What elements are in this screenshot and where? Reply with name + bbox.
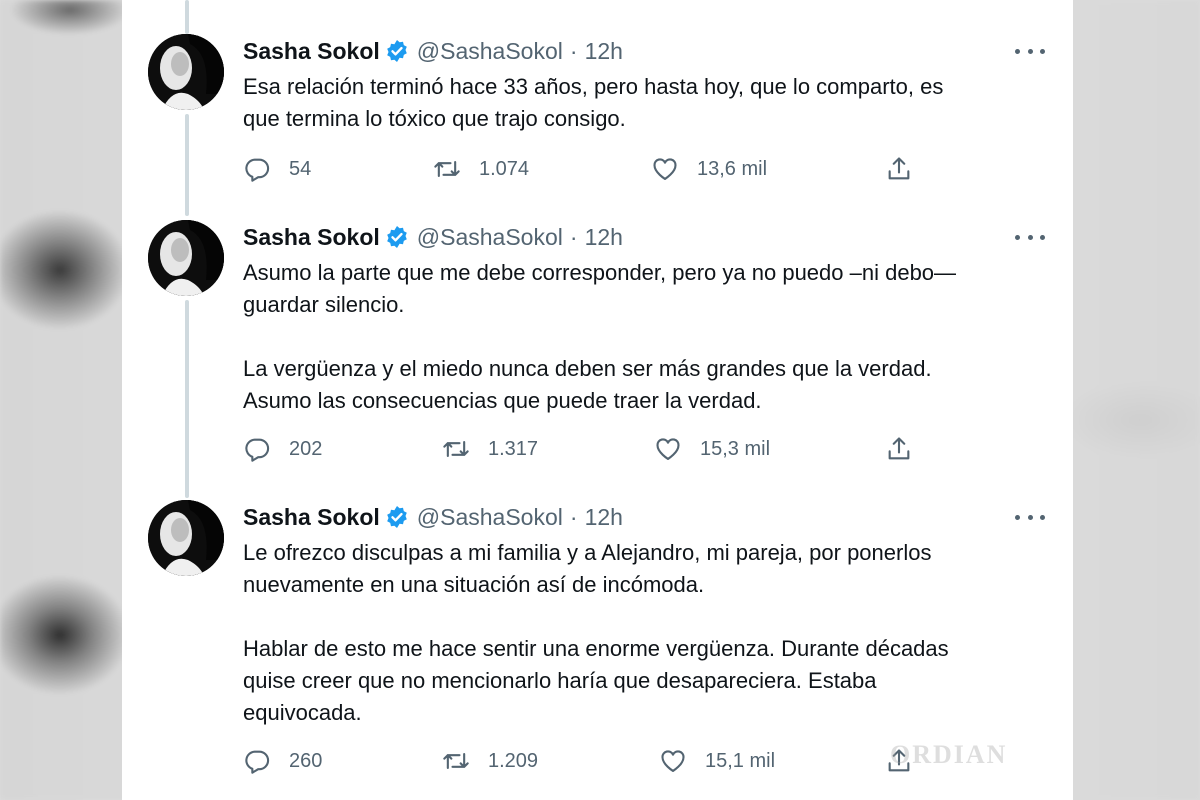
reply-icon xyxy=(245,438,270,462)
tweet-actions: 202 1.317 15,3 mil xyxy=(243,434,923,464)
like-button[interactable]: 15,3 mil xyxy=(654,434,770,464)
tweet-actions: 54 1.074 13,6 mil xyxy=(243,154,923,184)
author-name[interactable]: Sasha Sokol xyxy=(243,224,380,251)
avatar-photo xyxy=(148,220,224,296)
reply-count: 54 xyxy=(289,157,312,180)
retweet-icon xyxy=(443,752,469,770)
share-button[interactable] xyxy=(885,154,931,184)
verified-badge-icon xyxy=(386,40,407,62)
reply-button[interactable]: 202 xyxy=(243,434,322,464)
retweet-count: 1.209 xyxy=(488,749,539,772)
more-icon[interactable] xyxy=(1015,226,1045,248)
reply-count: 260 xyxy=(289,749,323,772)
tweet-text: Esa relación terminó hace 33 años, pero … xyxy=(243,74,944,131)
more-icon[interactable] xyxy=(1015,506,1045,528)
more-icon[interactable] xyxy=(1015,40,1045,62)
like-button[interactable]: 13,6 mil xyxy=(651,154,767,184)
retweet-button[interactable]: 1.074 xyxy=(433,154,529,184)
retweet-button[interactable]: 1.209 xyxy=(442,746,538,776)
heart-icon xyxy=(653,158,677,180)
retweet-icon xyxy=(434,160,460,178)
watermark: ORDIAN xyxy=(890,740,1008,769)
heart-icon xyxy=(661,750,685,772)
author-name[interactable]: Sasha Sokol xyxy=(243,38,380,65)
tweet-header: Sasha Sokol @SashaSokol · 12h xyxy=(243,502,623,532)
verified-badge-icon xyxy=(386,506,407,528)
verified-badge-icon xyxy=(386,226,407,248)
reply-icon xyxy=(245,158,270,182)
share-icon xyxy=(888,437,910,460)
retweet-count: 1.074 xyxy=(479,157,530,180)
avatar[interactable] xyxy=(148,220,224,296)
tweet-time[interactable]: 12h xyxy=(585,504,623,531)
separator: · xyxy=(569,223,578,250)
like-count: 15,1 mil xyxy=(705,749,776,772)
author-handle[interactable]: @SashaSokol xyxy=(417,504,563,531)
separator: · xyxy=(569,37,578,64)
tweet-text: Asumo la parte que me debe corresponder,… xyxy=(243,260,957,413)
tweet-time[interactable]: 12h xyxy=(585,38,623,65)
tweet-thread-card: Sasha Sokol @SashaSokol · 12h Esa relaci… xyxy=(122,0,1073,800)
retweet-button[interactable]: 1.317 xyxy=(442,434,538,464)
avatar-photo xyxy=(148,500,224,576)
retweet-count: 1.317 xyxy=(488,437,539,460)
tweet-actions: 260 1.209 15,1 mil xyxy=(243,746,923,776)
reply-icon xyxy=(245,750,270,774)
retweet-icon xyxy=(443,440,469,458)
avatar-photo xyxy=(148,34,224,110)
tweet-header: Sasha Sokol @SashaSokol · 12h xyxy=(243,36,623,66)
author-handle[interactable]: @SashaSokol xyxy=(417,224,563,251)
reply-button[interactable]: 54 xyxy=(243,154,311,184)
share-button[interactable] xyxy=(885,434,931,464)
reply-button[interactable]: 260 xyxy=(243,746,322,776)
author-name[interactable]: Sasha Sokol xyxy=(243,504,380,531)
avatar[interactable] xyxy=(148,500,224,576)
avatar[interactable] xyxy=(148,34,224,110)
like-count: 13,6 mil xyxy=(697,157,768,180)
separator: · xyxy=(569,503,578,530)
like-button[interactable]: 15,1 mil xyxy=(659,746,775,776)
heart-icon xyxy=(656,438,680,460)
tweet-header: Sasha Sokol @SashaSokol · 12h xyxy=(243,222,623,252)
tweet-text: Le ofrezco disculpas a mi familia y a Al… xyxy=(243,540,949,725)
tweet-1: Sasha Sokol @SashaSokol · 12h Esa relaci… xyxy=(122,0,1073,200)
tweet-time[interactable]: 12h xyxy=(585,224,623,251)
like-count: 15,3 mil xyxy=(700,437,771,460)
reply-count: 202 xyxy=(289,437,323,460)
share-icon xyxy=(888,157,910,180)
tweet-2: Sasha Sokol @SashaSokol · 12h Asumo la p… xyxy=(122,186,1073,486)
author-handle[interactable]: @SashaSokol xyxy=(417,38,563,65)
